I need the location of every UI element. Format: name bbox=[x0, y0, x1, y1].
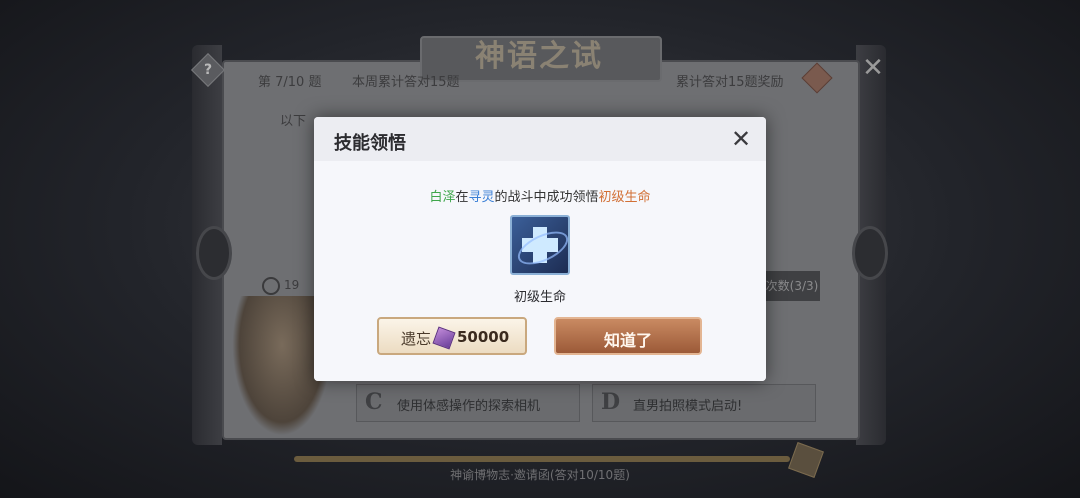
message-connector-2: 的战斗中成功领悟 bbox=[494, 190, 599, 205]
dialog-body: 白泽在寻灵的战斗中成功领悟初级生命 初级生命 遗忘 50000 知道了 bbox=[314, 161, 766, 381]
right-arrow-ornament bbox=[852, 226, 888, 280]
option-c[interactable]: C 使用体感操作的探索相机 bbox=[356, 384, 580, 422]
left-arrow-ornament bbox=[196, 226, 232, 280]
skill-name: 初级生命 bbox=[513, 290, 566, 305]
attempt-count-badge: 次数(3/3) bbox=[764, 271, 820, 301]
learn-message: 白泽在寻灵的战斗中成功领悟初级生命 bbox=[314, 186, 766, 205]
dialog-header: 技能领悟 ✕ bbox=[314, 117, 766, 161]
skill-highlight: 初级生命 bbox=[598, 190, 651, 205]
reward-label[interactable]: 累计答对15题奖励 bbox=[676, 71, 784, 90]
close-icon[interactable]: ✕ bbox=[728, 126, 754, 152]
skill-learn-dialog: 技能领悟 ✕ 白泽在寻灵的战斗中成功领悟初级生命 初级生命 遗忘 50000 知… bbox=[314, 117, 766, 381]
location-name: 寻灵 bbox=[468, 190, 495, 205]
option-c-text: 使用体感操作的探索相机 bbox=[397, 399, 541, 414]
clock-icon bbox=[262, 277, 280, 295]
question-progress: 第 7/10 题 bbox=[258, 75, 322, 90]
heal-cross-icon[interactable] bbox=[510, 215, 573, 275]
week-total: 本周累计答对15题 bbox=[352, 75, 460, 90]
question-text: 以下 bbox=[280, 114, 307, 129]
ok-button[interactable]: 知道了 bbox=[554, 317, 702, 355]
forget-cost: 50000 bbox=[457, 328, 510, 346]
dialog-title: 技能领悟 bbox=[334, 133, 406, 154]
quiz-close-icon[interactable]: ✕ bbox=[861, 55, 885, 81]
message-connector-1: 在 bbox=[455, 190, 469, 205]
gem-icon bbox=[432, 326, 456, 350]
option-c-letter: C bbox=[365, 389, 383, 415]
option-d[interactable]: D 直男拍照模式启动! bbox=[592, 384, 816, 422]
timer-text: 19 bbox=[284, 278, 300, 292]
forget-button[interactable]: 遗忘 50000 bbox=[377, 317, 527, 355]
option-d-text: 直男拍照模式启动! bbox=[633, 399, 743, 414]
character-name: 白泽 bbox=[429, 190, 456, 205]
bottom-caption: 神谕博物志·邀请函(答对10/10题) bbox=[450, 468, 630, 482]
forget-label: 遗忘 bbox=[401, 330, 432, 348]
option-d-letter: D bbox=[601, 389, 621, 415]
ok-label: 知道了 bbox=[603, 331, 652, 350]
progress-bar bbox=[294, 456, 790, 462]
